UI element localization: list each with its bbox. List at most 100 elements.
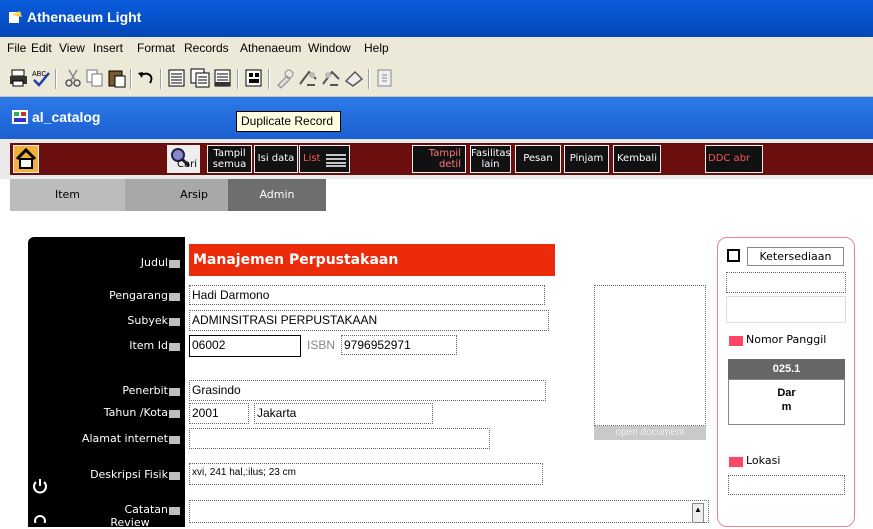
tab-arsip[interactable]: Arsip: [125, 179, 228, 211]
document-title: al_catalog: [32, 109, 101, 125]
toolbar-separator: [130, 69, 132, 89]
call-number-line2: m: [781, 401, 792, 413]
sort-icon[interactable]: [343, 67, 365, 89]
isbn-field[interactable]: 9796952971: [341, 335, 457, 355]
label-pengarang: Pengarang: [28, 289, 180, 302]
spellcheck-icon[interactable]: ABC: [30, 67, 52, 89]
menu-bar: File Edit View Insert Format Records Ath…: [0, 37, 873, 61]
fasilitas-line2: lain: [481, 159, 500, 170]
tampil-detil-button[interactable]: Tampil detil: [412, 145, 466, 173]
duplicate-record-icon[interactable]: [189, 67, 211, 89]
toolbar-separator: [160, 69, 162, 89]
layout-icon[interactable]: [243, 67, 265, 89]
tahun-field[interactable]: 2001: [189, 403, 249, 424]
label-subyek: Subyek: [28, 314, 180, 327]
find-next-icon[interactable]: [320, 67, 342, 89]
lokasi-field[interactable]: [728, 475, 845, 495]
ketersediaan-field[interactable]: [726, 272, 846, 293]
app-icon: [9, 11, 22, 23]
ketersediaan-note-box: [726, 296, 846, 323]
cut-icon[interactable]: [62, 67, 84, 89]
menu-athenaeum[interactable]: Athenaeum: [240, 41, 301, 55]
navigation-bar: Cari Tampil semua Isi data List Tampil d…: [0, 139, 873, 308]
catatan-field[interactable]: [189, 500, 709, 523]
label-column: [28, 237, 185, 527]
pinjam-button[interactable]: Pinjam: [564, 145, 609, 173]
print-icon[interactable]: [8, 67, 30, 89]
help-icon[interactable]: [374, 67, 396, 89]
list-button[interactable]: List: [299, 145, 350, 173]
toolbar-separator: [368, 69, 370, 89]
menu-file[interactable]: File: [7, 41, 26, 55]
search-button-label: Cari: [177, 159, 197, 170]
search-button[interactable]: Cari: [167, 145, 200, 173]
label-tahun-kota: Tahun /Kota: [28, 406, 180, 419]
lokasi-marker: [729, 457, 743, 467]
menu-view[interactable]: View: [59, 41, 85, 55]
tampil-semua-line2: semua: [212, 159, 247, 170]
label-judul: Judul: [28, 256, 180, 269]
ketersediaan-checkbox[interactable]: [727, 249, 740, 262]
browse-icon[interactable]: [274, 67, 296, 89]
pesan-button[interactable]: Pesan: [515, 145, 561, 173]
menu-window[interactable]: Window: [308, 41, 351, 55]
toolbar-separator: [237, 69, 239, 89]
fasilitas-line1: Fasilitas: [471, 148, 511, 159]
label-catatan: Catatan: [28, 503, 180, 516]
window-titlebar: Athenaeum Light: [0, 0, 873, 37]
copy-icon[interactable]: [84, 67, 106, 89]
menu-help[interactable]: Help: [364, 41, 389, 55]
list-lines-icon: [326, 154, 346, 167]
home-icon: [15, 147, 37, 169]
document-titlebar: al_catalog: [0, 97, 873, 139]
label-item-id: Item Id: [28, 339, 180, 352]
nomor-panggil-value[interactable]: 025.1: [728, 359, 845, 379]
delete-record-icon[interactable]: [212, 67, 234, 89]
judul-field[interactable]: Manajemen Perpustakaan: [189, 244, 555, 276]
toolbar: ABC: [0, 61, 873, 97]
window-title: Athenaeum Light: [27, 9, 142, 25]
menu-format[interactable]: Format: [137, 41, 175, 55]
toolbar-separator: [55, 69, 57, 89]
item-id-field[interactable]: 06002: [189, 335, 301, 357]
alamat-internet-field[interactable]: [189, 428, 490, 449]
tab-item[interactable]: Item: [10, 179, 125, 211]
list-label: List: [303, 153, 321, 164]
document-preview-box[interactable]: [594, 285, 706, 426]
label-alamat-internet: Alamat internet: [28, 432, 180, 445]
fasilitas-lain-button[interactable]: Fasilitas lain: [470, 145, 511, 173]
tampil-detil-line2: detil: [439, 159, 461, 170]
call-number-box[interactable]: Dar m: [728, 379, 845, 425]
tooltip: Duplicate Record: [236, 111, 341, 132]
kembali-button[interactable]: Kembali: [613, 145, 661, 173]
refresh-icon[interactable]: [32, 478, 48, 496]
menu-insert[interactable]: Insert: [93, 41, 123, 55]
tampil-semua-button[interactable]: Tampil semua: [207, 145, 252, 173]
isbn-label: ISBN: [307, 338, 336, 352]
toolbar-separator: [268, 69, 270, 89]
ketersediaan-label: Ketersediaan: [747, 247, 844, 266]
new-record-icon[interactable]: [166, 67, 188, 89]
settings-icon[interactable]: [32, 513, 48, 523]
tab-bar: Item Arsip Admin: [10, 179, 873, 211]
isi-data-button[interactable]: Isi data: [254, 145, 298, 173]
subyek-field[interactable]: ADMINSITRASI PERPUSTAKAAN: [189, 310, 549, 331]
nomor-panggil-marker: [729, 336, 743, 346]
ddc-abr-button[interactable]: DDC abr: [705, 145, 763, 173]
home-button[interactable]: [13, 145, 39, 173]
penerbit-field[interactable]: Grasindo: [189, 380, 546, 401]
menu-edit[interactable]: Edit: [31, 41, 52, 55]
menu-records[interactable]: Records: [184, 41, 229, 55]
kota-field[interactable]: Jakarta: [254, 403, 433, 424]
undo-icon[interactable]: [135, 67, 157, 89]
paste-icon[interactable]: [106, 67, 128, 89]
pengarang-field[interactable]: Hadi Darmono: [189, 285, 545, 305]
catatan-scroll-up[interactable]: ▲: [692, 503, 704, 523]
call-number-line1: Dar: [777, 387, 796, 399]
database-icon: [12, 110, 28, 124]
find-icon[interactable]: [297, 67, 319, 89]
nomor-panggil-label: Nomor Panggil: [746, 333, 827, 346]
open-document-button[interactable]: open document: [594, 426, 706, 440]
tab-admin[interactable]: Admin: [228, 179, 326, 211]
deskripsi-fisik-field[interactable]: xvi, 241 hal,:ilus; 23 cm: [189, 463, 543, 485]
